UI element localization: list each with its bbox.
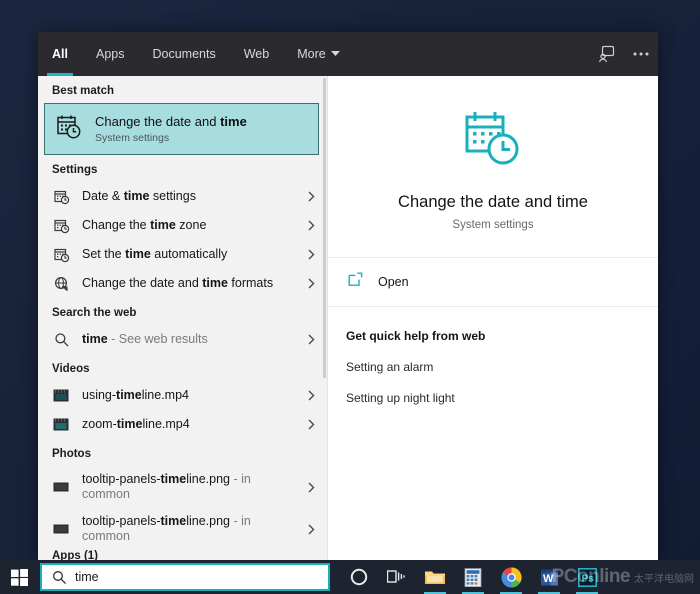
- best-match-title: Change the date and time: [95, 114, 247, 130]
- start-button[interactable]: [0, 560, 38, 594]
- taskbar-search-input[interactable]: time: [40, 563, 330, 591]
- search-icon: [52, 332, 72, 348]
- result-label: time - See web results: [82, 332, 208, 346]
- svg-text:W: W: [543, 573, 554, 585]
- result-label: Change the date and time formats: [82, 276, 274, 290]
- chevron-down-icon: [330, 50, 340, 59]
- quick-help-section: Get quick help from web Setting an alarm…: [328, 307, 658, 405]
- result-item-change-date-time-formats[interactable]: Change the date and time formats: [38, 269, 327, 298]
- more-options-icon[interactable]: [624, 32, 658, 76]
- calendar-clock-icon: [55, 113, 83, 146]
- result-item-web-search[interactable]: time - See web results: [38, 325, 327, 354]
- chevron-right-icon[interactable]: [303, 334, 319, 345]
- result-label: Change the time zone: [82, 218, 207, 232]
- calendar-clock-small-icon: [52, 218, 72, 234]
- open-external-icon: [348, 272, 364, 292]
- tab-web[interactable]: Web: [230, 32, 283, 76]
- result-item-photo-2[interactable]: tooltip-panels-timeline.png - in common: [38, 508, 327, 550]
- group-header-photos: Photos: [52, 448, 91, 460]
- chevron-right-icon[interactable]: [303, 390, 319, 401]
- chevron-right-icon[interactable]: [303, 524, 319, 535]
- result-item-set-time-automatically[interactable]: Set the time automatically: [38, 240, 327, 269]
- tab-more-label: More: [297, 47, 326, 61]
- tab-documents-label: Documents: [152, 47, 216, 61]
- results-pane: Best match Change the date and time Syst…: [38, 76, 328, 562]
- group-header-settings: Settings: [52, 164, 98, 176]
- calendar-clock-large-icon: [463, 110, 523, 173]
- chevron-right-icon[interactable]: [303, 482, 319, 493]
- result-label: tooltip-panels-timeline.png - in common: [82, 472, 251, 501]
- group-header-search-the-web: Search the web: [52, 307, 137, 319]
- detail-subtitle: System settings: [452, 219, 534, 231]
- photoshop-icon[interactable]: Ps: [568, 560, 606, 594]
- result-item-date-time-settings[interactable]: Date & time settings: [38, 182, 327, 211]
- best-match-subtitle: System settings: [95, 132, 170, 144]
- chevron-right-icon[interactable]: [303, 191, 319, 202]
- video-file-icon: [52, 418, 72, 432]
- result-label: zoom-timeline.mp4: [82, 417, 190, 431]
- quick-help-link-2[interactable]: Setting up night light: [346, 391, 658, 405]
- best-match-title-plain: Change the date and: [95, 114, 221, 129]
- tab-web-label: Web: [243, 47, 270, 61]
- photo-file-icon: [52, 522, 72, 536]
- results-scrollbar[interactable]: [322, 76, 327, 562]
- taskbar: time W Ps PConline 太平洋电脑网: [0, 560, 700, 594]
- calendar-clock-small-icon: [52, 247, 72, 263]
- word-icon[interactable]: W: [530, 560, 568, 594]
- tab-documents[interactable]: Documents: [138, 32, 229, 76]
- results-scrollbar-thumb[interactable]: [323, 78, 326, 378]
- tab-apps[interactable]: Apps: [82, 32, 139, 76]
- search-window-body: Best match Change the date and time Syst…: [38, 76, 658, 562]
- video-file-icon: [52, 389, 72, 403]
- tabbar-spacer: [354, 32, 590, 76]
- taskbar-search-value: time: [75, 570, 99, 584]
- open-button[interactable]: Open: [348, 272, 658, 292]
- chevron-right-icon[interactable]: [303, 278, 319, 289]
- result-label: Date & time settings: [82, 189, 196, 203]
- detail-title: Change the date and time: [398, 193, 588, 211]
- result-item-photo-1[interactable]: tooltip-panels-timeline.png - in common: [38, 466, 327, 508]
- result-label: using-timeline.mp4: [82, 388, 189, 402]
- search-tabbar: All Apps Documents Web More: [38, 32, 658, 76]
- chevron-right-icon[interactable]: [303, 220, 319, 231]
- search-flyout-window: All Apps Documents Web More Best match C…: [38, 32, 658, 562]
- best-match-result[interactable]: Change the date and time System settings: [44, 103, 319, 155]
- tab-all-label: All: [52, 47, 68, 61]
- result-item-change-time-zone[interactable]: Change the time zone: [38, 211, 327, 240]
- feedback-icon[interactable]: [590, 32, 624, 76]
- quick-help-link-1[interactable]: Setting an alarm: [346, 360, 658, 374]
- file-explorer-icon[interactable]: [416, 560, 454, 594]
- svg-text:Ps: Ps: [581, 573, 594, 584]
- detail-hero: Change the date and time System settings: [328, 76, 658, 258]
- detail-actions: Open: [328, 258, 658, 307]
- tab-all[interactable]: All: [38, 32, 82, 76]
- tab-apps-label: Apps: [95, 47, 125, 61]
- detail-pane: Change the date and time System settings…: [328, 76, 658, 562]
- result-label: Set the time automatically: [82, 247, 228, 261]
- quick-help-title: Get quick help from web: [346, 329, 486, 343]
- chevron-right-icon[interactable]: [303, 249, 319, 260]
- search-icon: [52, 570, 67, 585]
- result-label: tooltip-panels-timeline.png - in common: [82, 514, 251, 543]
- cortana-icon[interactable]: [340, 560, 378, 594]
- region-format-icon: [52, 276, 72, 292]
- watermark-subtext: 太平洋电脑网: [634, 573, 694, 585]
- calendar-clock-small-icon: [52, 189, 72, 205]
- task-view-icon[interactable]: [378, 560, 416, 594]
- group-header-videos: Videos: [52, 363, 90, 375]
- group-header-best-match: Best match: [52, 85, 114, 97]
- result-item-video-1[interactable]: using-timeline.mp4: [38, 381, 327, 410]
- result-item-video-2[interactable]: zoom-timeline.mp4: [38, 410, 327, 439]
- tab-more[interactable]: More: [283, 32, 353, 76]
- calculator-icon[interactable]: [454, 560, 492, 594]
- best-match-title-bold: time: [220, 114, 247, 129]
- open-button-label: Open: [378, 275, 409, 289]
- chevron-right-icon[interactable]: [303, 419, 319, 430]
- photo-file-icon: [52, 480, 72, 494]
- group-header-apps-partial: Apps (1): [52, 550, 98, 560]
- chrome-icon[interactable]: [492, 560, 530, 594]
